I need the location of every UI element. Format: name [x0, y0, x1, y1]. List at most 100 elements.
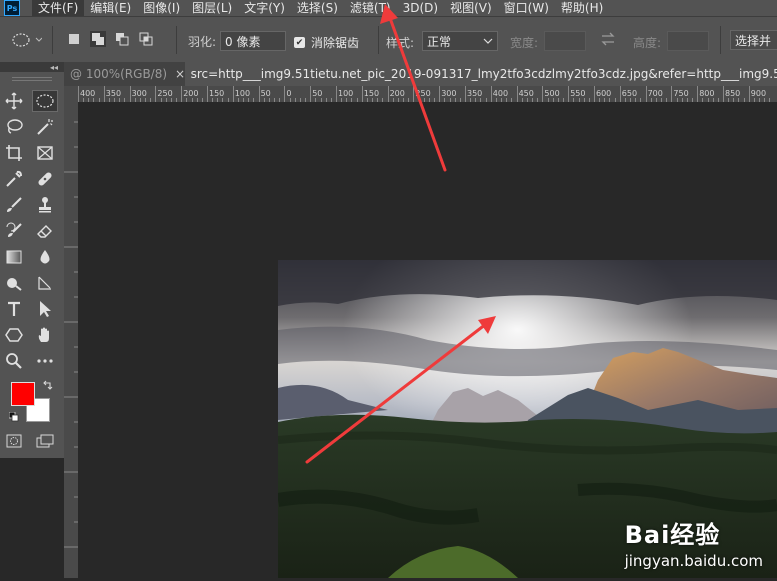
toolbox-collapse-button[interactable]: ◂◂ — [0, 62, 64, 72]
type-tool[interactable] — [1, 298, 27, 320]
toolbox-grip[interactable] — [0, 72, 64, 86]
select-and-mask-button[interactable]: 选择并 — [730, 30, 777, 50]
ruler-label: 50 — [312, 89, 323, 98]
height-input[interactable] — [667, 31, 709, 51]
intersect-selection-button[interactable] — [138, 31, 154, 47]
arrow-cursor-icon — [40, 301, 51, 317]
divider — [720, 26, 721, 54]
canvas-area[interactable]: Bai经验 jingyan.baidu.com — [78, 102, 777, 578]
ruler-label: 150 — [363, 89, 380, 98]
ruler-major-tick — [671, 86, 673, 102]
ruler-label: 100 — [338, 89, 354, 98]
width-group: 宽度: — [510, 34, 538, 51]
crop-tool[interactable] — [1, 142, 27, 164]
ruler-major-tick — [155, 86, 157, 102]
document-tab-1-label: @ 100%(RGB/8) — [70, 67, 168, 81]
brush-icon — [7, 197, 22, 212]
photoshop-logo: Ps — [4, 0, 20, 16]
shape-tool[interactable] — [1, 324, 27, 346]
ruler-origin[interactable] — [64, 86, 78, 102]
tool-preset-picker[interactable] — [12, 32, 42, 48]
ruler-label: 250 — [415, 89, 431, 98]
menu-image[interactable]: 图像(I) — [137, 0, 186, 16]
healing-brush-tool[interactable] — [32, 168, 58, 190]
ruler-label: 400 — [80, 89, 96, 98]
hand-tool[interactable] — [32, 324, 58, 346]
horizontal-ruler[interactable]: 400 350 300 250 200 150 100 50 0 50 100 150 200 250 30… — [78, 86, 777, 103]
style-select-box[interactable]: 正常 — [422, 31, 498, 51]
lasso-tool[interactable] — [1, 116, 27, 138]
ruler-major-tick — [542, 86, 544, 102]
divider — [52, 26, 53, 54]
menu-layer[interactable]: 图层(L) — [186, 0, 238, 16]
clone-stamp-tool[interactable] — [32, 194, 58, 216]
gradient-icon — [6, 250, 22, 264]
zoom-tool[interactable] — [1, 350, 27, 372]
frame-tool[interactable] — [32, 142, 58, 164]
eraser-icon — [37, 225, 52, 238]
menu-filter[interactable]: 滤镜(T) — [344, 0, 397, 16]
antialias-checkbox[interactable]: ✔ — [294, 37, 305, 48]
height-field[interactable] — [667, 31, 709, 51]
document-tab-1[interactable]: @ 100%(RGB/8) × — [64, 62, 185, 86]
ruler-label: 400 — [492, 89, 509, 98]
document-tab-2-label: src=http___img9.51tietu.net_pic_2019-091… — [190, 67, 777, 81]
menu-file[interactable]: 文件(F) — [32, 0, 85, 16]
divider — [176, 26, 177, 54]
eraser-tool[interactable] — [32, 220, 58, 242]
pen-tool[interactable] — [32, 272, 58, 294]
add-selection-button[interactable] — [90, 31, 106, 47]
quick-mask-icon[interactable] — [6, 434, 22, 448]
swap-colors-icon[interactable] — [42, 379, 54, 391]
subtract-selection-button[interactable] — [114, 31, 130, 47]
menu-edit[interactable]: 编辑(E) — [84, 0, 137, 16]
blur-tool[interactable] — [32, 246, 58, 268]
eyedropper-tool[interactable] — [1, 168, 27, 190]
menu-type[interactable]: 文字(Y) — [238, 0, 291, 16]
gradient-tool[interactable] — [1, 246, 27, 268]
new-selection-button[interactable] — [66, 31, 82, 47]
close-icon[interactable]: × — [175, 67, 185, 81]
foreground-color-swatch[interactable] — [11, 382, 35, 406]
width-field[interactable] — [544, 31, 586, 51]
ellipse-marquee-icon — [36, 94, 54, 108]
width-label: 宽度: — [510, 36, 539, 50]
width-input[interactable] — [544, 31, 586, 51]
magic-wand-icon — [37, 119, 53, 135]
magic-wand-tool[interactable] — [32, 116, 58, 138]
elliptical-marquee-tool[interactable] — [32, 90, 58, 112]
move-tool[interactable] — [1, 90, 27, 112]
dodge-tool[interactable] — [1, 272, 27, 294]
history-brush-tool[interactable] — [1, 220, 27, 242]
antialias-label: 消除锯齿 — [311, 36, 360, 50]
ruler-major-tick — [490, 86, 492, 102]
menu-help[interactable]: 帮助(H) — [555, 0, 609, 16]
document-tab-2[interactable]: src=http___img9.51tietu.net_pic_2019-091… — [184, 62, 777, 86]
vertical-ruler-ticks — [64, 121, 78, 548]
style-select[interactable]: 正常 — [422, 31, 498, 51]
ruler-label: 350 — [467, 89, 483, 98]
screen-mode-icon[interactable] — [36, 434, 54, 448]
path-selection-tool[interactable] — [32, 298, 58, 320]
feather-label: 羽化: — [188, 34, 217, 49]
menu-select[interactable]: 选择(S) — [291, 0, 344, 16]
watermark-url: jingyan.baidu.com — [624, 552, 763, 570]
menu-view[interactable]: 视图(V) — [444, 0, 498, 16]
feather-input[interactable]: 0 像素 — [220, 31, 287, 51]
menu-window[interactable]: 窗口(W) — [498, 0, 555, 16]
ruler-label: 450 — [518, 89, 534, 98]
landscape-photo[interactable]: Bai经验 jingyan.baidu.com — [278, 260, 777, 578]
style-value: 正常 — [427, 34, 452, 49]
default-colors-icon[interactable] — [9, 412, 19, 422]
menu-3d[interactable]: 3D(D) — [397, 0, 444, 16]
ruler-major-tick — [619, 86, 621, 102]
history-brush-icon — [6, 222, 22, 237]
ruler-major-tick — [310, 86, 312, 102]
selection-mode-group — [66, 31, 154, 47]
antialias-group: ✔ 消除锯齿 — [294, 34, 359, 51]
swap-dimensions-button[interactable] — [600, 31, 616, 47]
more-tools[interactable] — [32, 350, 58, 372]
vertical-ruler[interactable] — [64, 102, 79, 578]
ruler-label: 850 — [725, 89, 741, 98]
brush-tool[interactable] — [1, 194, 27, 216]
